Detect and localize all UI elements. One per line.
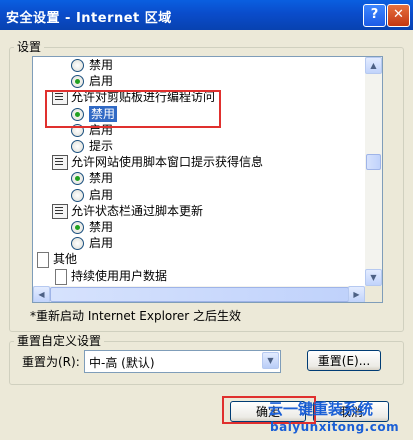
scroll-up-button[interactable]: ▲ [365, 57, 382, 74]
radio-option-label: 提示 [89, 139, 114, 153]
document-icon [55, 269, 67, 285]
setting-header: 允许网站使用脚本窗口提示获得信息 [33, 154, 365, 170]
setting-icon [52, 155, 68, 170]
radio-option-label: 禁用 [89, 58, 114, 72]
radio-option[interactable]: 提示 [33, 138, 365, 154]
reset-group-label: 重置自定义设置 [14, 332, 105, 349]
setting-label: 允许状态栏通过脚本更新 [71, 204, 204, 218]
radio-option-label: 启用 [89, 236, 114, 250]
radio-option-label: 禁用 [89, 220, 114, 234]
radio-option-label: 启用 [89, 74, 114, 88]
scroll-down-button[interactable]: ▼ [365, 269, 382, 286]
reset-button[interactable]: 重置(E)... [307, 350, 381, 371]
reset-to-label: 重置为(R): [22, 355, 80, 369]
chevron-down-icon[interactable]: ▼ [262, 352, 279, 369]
category-label: 其他 [53, 252, 78, 266]
radio-option-label: 启用 [89, 188, 114, 202]
radio-button[interactable] [71, 59, 84, 72]
vertical-scrollbar[interactable]: ▲ ▼ [365, 57, 382, 286]
radio-option[interactable]: 启用 [33, 73, 365, 89]
radio-button[interactable] [71, 172, 84, 185]
scroll-right-button[interactable]: ▶ [348, 286, 365, 302]
title-bar: 安全设置 - Internet 区域 ? ✕ [0, 0, 413, 30]
setting-icon [52, 204, 68, 219]
radio-option-label: 禁用 [89, 171, 114, 185]
window-title: 安全设置 - Internet 区域 [6, 11, 172, 26]
category-header: 其他 [33, 251, 365, 268]
close-button[interactable]: ✕ [387, 4, 410, 27]
setting-header: 允许状态栏通过脚本更新 [33, 203, 365, 219]
radio-button[interactable] [71, 75, 84, 88]
radio-button[interactable] [71, 221, 84, 234]
reset-level-select[interactable]: 中-高 (默认) ▼ [84, 350, 281, 373]
radio-option[interactable]: 启用 [33, 235, 365, 251]
radio-button[interactable] [71, 140, 84, 153]
scroll-corner [365, 286, 382, 302]
scroll-left-button[interactable]: ◀ [33, 286, 50, 302]
highlight-clipboard-setting [45, 90, 221, 128]
horizontal-scroll-thumb[interactable] [50, 287, 349, 302]
radio-option[interactable]: 禁用 [33, 219, 365, 235]
watermark-brand: 云一键重装系统 [268, 400, 374, 418]
reset-level-value: 中-高 (默认) [89, 356, 155, 370]
settings-group-label: 设置 [14, 38, 45, 55]
setting-header: 持续使用用户数据 [33, 268, 365, 285]
restart-note: *重新启动 Internet Explorer 之后生效 [30, 309, 242, 323]
horizontal-scrollbar[interactable]: ◀ ▶ [33, 286, 365, 302]
watermark-url: baiyunxitong.com [270, 420, 400, 434]
radio-option[interactable]: 启用 [33, 187, 365, 203]
setting-label: 允许网站使用脚本窗口提示获得信息 [71, 155, 264, 169]
vertical-scroll-thumb[interactable] [366, 154, 381, 170]
setting-label: 持续使用用户数据 [71, 269, 168, 283]
radio-button[interactable] [71, 189, 84, 202]
radio-option[interactable]: 禁用 [33, 170, 365, 186]
radio-button[interactable] [71, 237, 84, 250]
document-icon [37, 252, 49, 268]
radio-option[interactable]: 禁用 [33, 57, 365, 73]
help-button[interactable]: ? [363, 4, 386, 27]
